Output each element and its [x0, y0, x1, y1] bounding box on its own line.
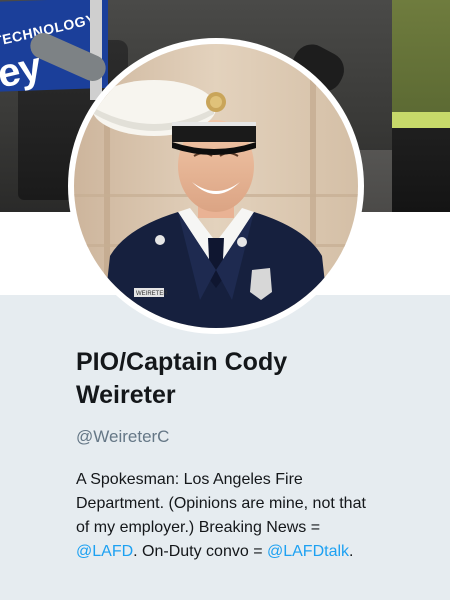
mention-link-lafdtalk[interactable]: @LAFDtalk: [267, 543, 349, 560]
bio-line: of my employer.) Breaking News =: [76, 519, 321, 536]
bio-text: .: [349, 543, 354, 560]
bio-line: @LAFD. On-Duty convo = @LAFDtalk.: [76, 540, 442, 564]
display-name-line2: Weireter: [76, 381, 176, 409]
avatar-photo: WEIRETER: [74, 44, 358, 328]
bio-line: Department. (Opinions are mine, not that: [76, 495, 366, 512]
banner-reflective-stripe: [392, 112, 450, 128]
display-name: PIO/Captain Cody Weireter: [76, 346, 446, 412]
avatar[interactable]: WEIRETER: [68, 38, 364, 334]
display-name-line1: PIO/Captain Cody: [76, 348, 288, 376]
banner-sign-frame: [90, 0, 102, 100]
name-tag-text: WEIRETER: [136, 291, 168, 297]
bio-line: A Spokesman: Los Angeles Fire: [76, 471, 303, 488]
mention-link-lafd[interactable]: @LAFD: [76, 543, 133, 560]
profile-bio: A Spokesman: Los Angeles Fire Department…: [76, 468, 442, 564]
banner-bystander: [392, 0, 450, 212]
bio-text: . On-Duty convo =: [133, 543, 267, 560]
profile-handle: @WeireterC: [76, 427, 170, 446]
